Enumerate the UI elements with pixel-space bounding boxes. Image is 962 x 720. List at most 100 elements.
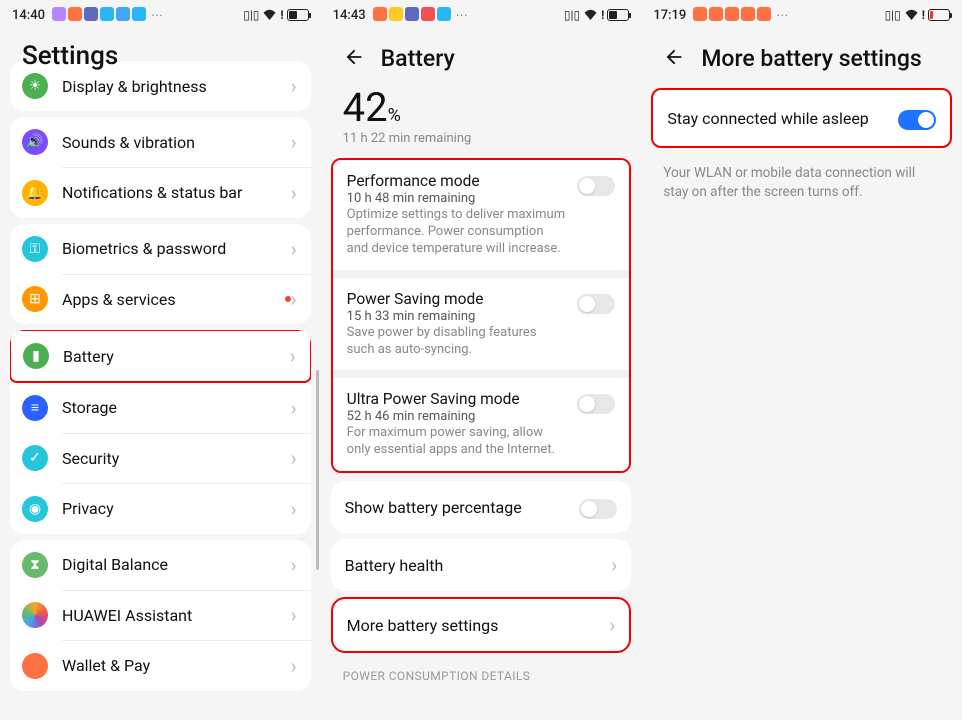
settings-row-wallet-pay[interactable]: Wallet & Pay› <box>10 641 311 691</box>
battery-icon <box>287 9 309 21</box>
privacy-label: Privacy <box>62 499 291 518</box>
wallet-pay-icon <box>22 653 48 679</box>
percent-symbol: % <box>388 105 401 126</box>
performance-mode-title: Performance mode <box>347 172 568 190</box>
privacy-icon: ◉ <box>22 496 48 522</box>
section-label: POWER CONSUMPTION DETAILS <box>321 659 642 687</box>
chevron-right-icon: › <box>291 130 297 154</box>
settings-card: ⧗ Digital Balance ›HUAWEI Assistant›Wallet… <box>10 540 311 691</box>
settings-row-display-brightness[interactable]: ☀ Display & brightness› <box>10 61 311 111</box>
stay-connected-toggle[interactable] <box>898 110 936 130</box>
battery-percent: 42 <box>343 84 388 131</box>
battery-icon <box>607 9 629 21</box>
vibrate-icon: ▯|▯ <box>243 8 259 22</box>
chevron-right-icon: › <box>291 74 297 98</box>
vibrate-icon: ▯|▯ <box>885 8 901 22</box>
app-notification-icon <box>709 7 723 21</box>
alert-icon: ! <box>280 8 283 22</box>
chevron-right-icon: › <box>291 603 297 627</box>
app-notification-icon <box>132 7 146 21</box>
back-button[interactable] <box>343 46 365 72</box>
settings-row-notifications[interactable]: 🔔Notifications & status bar› <box>10 168 311 218</box>
performance-mode-remaining: 10 h 48 min remaining <box>347 191 568 206</box>
more-apps-icon: ⋯ <box>456 8 468 22</box>
digital-balance-label: Digital Balance <box>62 555 291 574</box>
app-notification-icon <box>52 7 66 21</box>
battery-label: Battery <box>63 347 290 366</box>
power-saving-mode-row[interactable]: Power Saving mode15 h 33 min remainingSa… <box>333 278 630 371</box>
settings-row-storage[interactable]: ≡Storage› <box>10 383 311 433</box>
apps-services-icon: ⊞ <box>22 286 48 312</box>
app-notification-icon <box>693 7 707 21</box>
settings-card: 🔊Sounds & vibration›🔔Notifications & sta… <box>10 117 311 218</box>
settings-row-huawei-assistant[interactable]: HUAWEI Assistant› <box>10 590 311 640</box>
alert-icon: ! <box>601 8 604 22</box>
display-brightness-label: Display & brightness <box>62 77 291 96</box>
status-bar: 14:40 ⋯ ▯|▯ ! <box>0 3 321 27</box>
app-notification-icon <box>68 7 82 21</box>
show-percentage-toggle[interactable] <box>579 499 617 519</box>
performance-mode-toggle[interactable] <box>577 176 615 196</box>
chevron-right-icon: › <box>609 613 615 637</box>
power-saving-mode-toggle[interactable] <box>577 294 615 314</box>
battery-health-label: Battery health <box>345 556 612 575</box>
app-notification-icon <box>725 7 739 21</box>
biometrics-label: Biometrics & password <box>62 239 291 258</box>
sounds-vibration-label: Sounds & vibration <box>62 133 291 152</box>
huawei-assistant-icon <box>22 602 48 628</box>
settings-pane: 14:40 ⋯ ▯|▯ ! Settings ☀Display & bright… <box>0 0 321 720</box>
ultra-power-saving-mode-toggle[interactable] <box>577 394 615 414</box>
page-title: Battery <box>381 45 455 72</box>
status-bar: 17:19 ⋯ ▯|▯ ! <box>641 3 962 27</box>
ultra-power-saving-mode-row[interactable]: Ultra Power Saving mode52 h 46 min remai… <box>333 378 630 471</box>
scrollbar[interactable] <box>316 370 319 570</box>
settings-row-sounds-vibration[interactable]: 🔊Sounds & vibration› <box>10 117 311 167</box>
stay-connected-row[interactable]: Stay connected while asleep <box>653 90 950 146</box>
vibrate-icon: ▯|▯ <box>564 8 580 22</box>
back-button[interactable] <box>663 46 685 72</box>
more-apps-icon: ⋯ <box>151 8 163 22</box>
status-time: 17:19 <box>653 8 686 23</box>
ultra-power-saving-mode-remaining: 52 h 46 min remaining <box>347 409 568 424</box>
chevron-right-icon: › <box>291 497 297 521</box>
status-bar: 14:43 ⋯ ▯|▯ ! <box>321 3 642 27</box>
page-header: More battery settings <box>641 27 962 82</box>
display-brightness-icon: ☀ <box>22 73 48 99</box>
wifi-icon <box>262 8 277 23</box>
settings-card: ☀ Display & brightness› <box>10 61 311 111</box>
settings-row-privacy[interactable]: ◉ Privacy› <box>10 484 311 534</box>
app-notification-icon <box>421 7 435 21</box>
more-battery-pane: 17:19 ⋯ ▯|▯ ! More battery settings Stay… <box>641 0 962 720</box>
security-icon: ✓ <box>22 445 48 471</box>
chevron-right-icon: › <box>291 287 297 311</box>
notifications-label: Notifications & status bar <box>62 183 291 202</box>
power-saving-mode-title: Power Saving mode <box>347 290 568 308</box>
app-notification-icon <box>100 7 114 21</box>
more-battery-settings-row[interactable]: More battery settings › <box>331 597 632 653</box>
show-battery-percentage-row[interactable]: Show battery percentage <box>331 481 632 533</box>
apps-services-label: Apps & services <box>62 290 279 309</box>
stay-connected-highlight: Stay connected while asleep <box>651 88 952 148</box>
app-notification-icon <box>373 7 387 21</box>
app-notification-icon <box>741 7 755 21</box>
settings-row-battery[interactable]: ▮Battery› <box>10 330 311 383</box>
settings-row-digital-balance[interactable]: ⧗Digital Balance› <box>10 540 311 590</box>
battery-pane: 14:43 ⋯ ▯|▯ ! Battery 42% 11 h 22 min re… <box>321 0 642 720</box>
digital-balance-icon: ⧗ <box>22 552 48 578</box>
performance-mode-desc: Optimize settings to deliver maximum per… <box>347 207 568 258</box>
biometrics-icon: ⚿ <box>22 236 48 262</box>
stay-connected-label: Stay connected while asleep <box>667 109 898 128</box>
app-notification-icon <box>437 7 451 21</box>
alert-icon: ! <box>922 8 925 22</box>
performance-mode-row[interactable]: Performance mode10 h 48 min remainingOpt… <box>333 160 630 270</box>
battery-icon: ▮ <box>23 343 49 369</box>
app-notification-icon <box>405 7 419 21</box>
settings-row-biometrics[interactable]: ⚿Biometrics & password› <box>10 224 311 274</box>
battery-health-row[interactable]: Battery health › <box>331 539 632 591</box>
settings-row-apps-services[interactable]: ⊞ Apps & services › <box>10 274 311 324</box>
chevron-right-icon: › <box>611 553 617 577</box>
settings-row-security[interactable]: ✓Security› <box>10 433 311 483</box>
app-notification-icon <box>84 7 98 21</box>
ultra-power-saving-mode-title: Ultra Power Saving mode <box>347 390 568 408</box>
security-label: Security <box>62 449 291 468</box>
